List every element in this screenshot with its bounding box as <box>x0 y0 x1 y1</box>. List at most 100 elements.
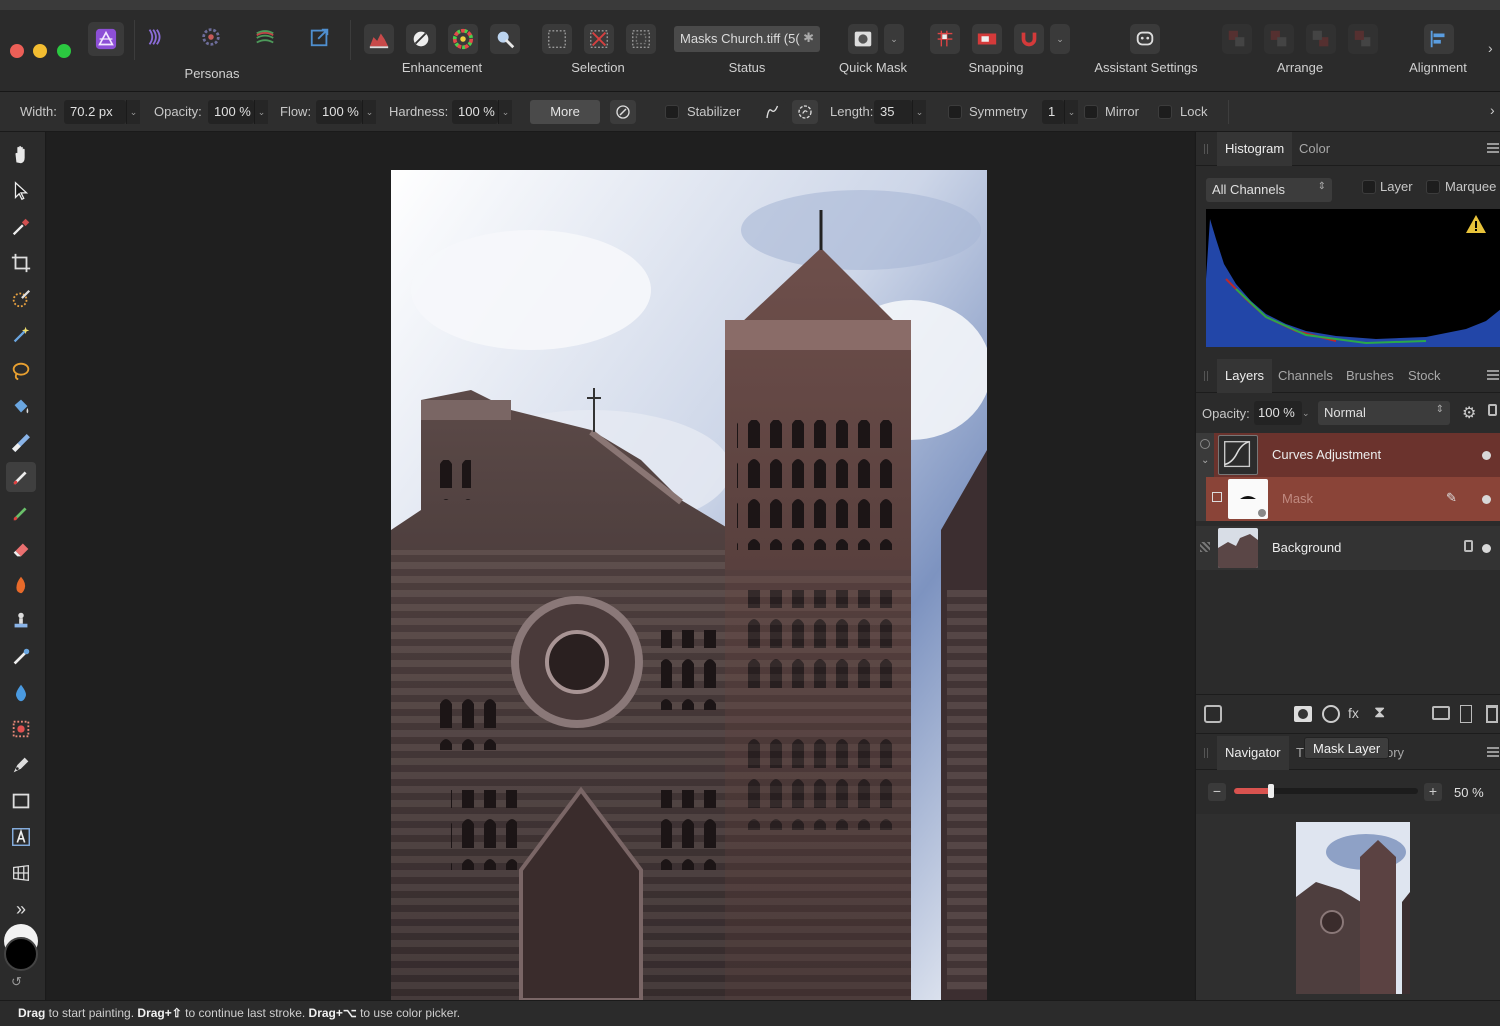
mesh-warp-tool-icon[interactable] <box>6 858 36 888</box>
flow-field[interactable]: 100 % <box>316 100 362 124</box>
pen-tool-icon[interactable] <box>6 750 36 780</box>
tab-stock[interactable]: Stock <box>1400 359 1449 393</box>
opacity-dropdown[interactable]: ⌄ <box>254 100 268 124</box>
develop-persona-icon[interactable] <box>196 22 226 52</box>
snapping-candidates-icon[interactable] <box>972 24 1002 54</box>
more-tools-icon[interactable]: » <box>6 894 36 924</box>
tab-navigator[interactable]: Navigator <box>1217 736 1289 770</box>
layer-options-icon[interactable] <box>1204 705 1222 723</box>
zoom-slider-thumb[interactable] <box>1267 784 1274 798</box>
flood-fill-tool-icon[interactable] <box>6 392 36 422</box>
panel-grip[interactable] <box>1204 748 1208 758</box>
white-balance-icon[interactable] <box>406 24 436 54</box>
assistant-robot-icon[interactable] <box>1130 24 1160 54</box>
zoom-field[interactable]: 50 % <box>1450 783 1498 803</box>
layer-row-background[interactable]: Background <box>1196 526 1500 570</box>
panel-grip[interactable] <box>1204 371 1208 381</box>
snapping-grid-icon[interactable] <box>930 24 960 54</box>
crop-tool-icon[interactable] <box>6 248 36 278</box>
symmetry-dropdown[interactable]: ⌄ <box>1064 100 1078 124</box>
tab-color[interactable]: Color <box>1291 132 1338 166</box>
toolbar-overflow-icon[interactable]: › <box>1488 40 1493 56</box>
red-eye-tool-icon[interactable] <box>6 714 36 744</box>
move-forward-one-icon[interactable] <box>1306 24 1336 54</box>
panel-menu-icon[interactable] <box>1487 747 1499 757</box>
document-photo[interactable] <box>391 170 987 1000</box>
layer-checkbox[interactable] <box>1362 180 1376 194</box>
minimize-window-button[interactable] <box>33 44 47 58</box>
gear-icon[interactable]: ⚙ <box>1462 403 1476 423</box>
live-filter-icon[interactable]: ⧗ <box>1374 704 1385 722</box>
freehand-selection-tool-icon[interactable] <box>6 356 36 386</box>
tab-channels[interactable]: Channels <box>1270 359 1341 393</box>
length-dropdown[interactable]: ⌄ <box>912 100 926 124</box>
move-tool-icon[interactable] <box>6 176 36 206</box>
export-persona-icon[interactable] <box>305 22 335 52</box>
levels-icon[interactable] <box>364 24 394 54</box>
close-window-button[interactable] <box>10 44 24 58</box>
magnet-icon[interactable] <box>1014 24 1044 54</box>
move-to-back-icon[interactable] <box>1222 24 1252 54</box>
photo-persona-icon[interactable] <box>88 22 124 56</box>
tab-brushes[interactable]: Brushes <box>1338 359 1402 393</box>
quick-mask-dropdown[interactable]: ⌄ <box>884 24 904 54</box>
align-left-icon[interactable] <box>1424 24 1454 54</box>
visibility-dot[interactable] <box>1482 451 1491 460</box>
tone-mapping-persona-icon[interactable] <box>250 22 280 52</box>
layer-visibility-toggle[interactable] <box>1200 439 1210 449</box>
mask-layer-button[interactable] <box>1294 706 1312 722</box>
length-field[interactable]: 35 <box>874 100 912 124</box>
quick-mask-icon[interactable] <box>848 24 878 54</box>
rope-mode-icon[interactable] <box>760 100 786 124</box>
dodge-burn-tool-icon[interactable] <box>6 570 36 600</box>
hardness-field[interactable]: 100 % <box>452 100 498 124</box>
fx-icon[interactable]: fx <box>1348 705 1359 721</box>
color-replacement-tool-icon[interactable] <box>6 498 36 528</box>
tab-layers[interactable]: Layers <box>1217 359 1273 393</box>
document-status-field[interactable]: Masks Church.tiff (5(✱ <box>674 26 820 52</box>
lock-icon[interactable] <box>1488 404 1497 416</box>
hardness-dropdown[interactable]: ⌄ <box>498 100 512 124</box>
width-field[interactable]: 70.2 px <box>64 100 126 124</box>
visibility-dot[interactable] <box>1482 495 1491 504</box>
width-dropdown[interactable]: ⌄ <box>126 100 140 124</box>
move-back-one-icon[interactable] <box>1264 24 1294 54</box>
panel-menu-icon[interactable] <box>1487 370 1499 380</box>
layer-row-curves[interactable]: ⌄ Curves Adjustment <box>1196 433 1500 521</box>
layer-opacity-field[interactable]: 100 % <box>1254 401 1302 425</box>
lock-checkbox[interactable] <box>1158 105 1172 119</box>
pixel-layer-icon[interactable] <box>1460 705 1472 723</box>
visibility-dot[interactable] <box>1482 544 1491 553</box>
liquify-persona-icon[interactable] <box>140 22 170 52</box>
flow-dropdown[interactable]: ⌄ <box>362 100 376 124</box>
opacity-field[interactable]: 100 % <box>208 100 254 124</box>
chevron-down-icon[interactable]: ⌄ <box>1201 455 1209 466</box>
deselect-icon[interactable] <box>584 24 614 54</box>
blend-mode-select[interactable]: Normal ⇕ <box>1318 401 1450 425</box>
clone-tool-icon[interactable] <box>6 606 36 636</box>
navigator-preview[interactable] <box>1196 814 1500 1000</box>
auto-enhance-icon[interactable] <box>490 24 520 54</box>
tab-histogram[interactable]: Histogram <box>1217 132 1293 166</box>
panel-grip[interactable] <box>1204 144 1208 154</box>
window-mode-icon[interactable] <box>792 100 818 124</box>
select-all-icon[interactable] <box>542 24 572 54</box>
hand-tool-icon[interactable] <box>6 140 36 170</box>
swap-colors-icon[interactable]: ↺ <box>11 974 22 990</box>
symmetry-checkbox[interactable] <box>948 105 962 119</box>
rectangle-tool-icon[interactable] <box>6 786 36 816</box>
zoom-slider[interactable] <box>1234 784 1418 798</box>
marquee-checkbox[interactable] <box>1426 180 1440 194</box>
zoom-window-button[interactable] <box>57 44 71 58</box>
text-tool-icon[interactable] <box>6 822 36 852</box>
mask-checkbox[interactable] <box>1212 492 1222 502</box>
invert-selection-icon[interactable] <box>626 24 656 54</box>
context-overflow-icon[interactable]: › <box>1490 102 1495 118</box>
secondary-color-swatch[interactable] <box>4 937 38 971</box>
blur-tool-icon[interactable] <box>6 678 36 708</box>
panel-menu-icon[interactable] <box>1487 143 1499 153</box>
move-to-front-icon[interactable] <box>1348 24 1378 54</box>
layer-row-mask[interactable]: Mask ✎ <box>1206 477 1500 521</box>
eraser-tool-icon[interactable] <box>6 534 36 564</box>
hsl-icon[interactable] <box>448 24 478 54</box>
